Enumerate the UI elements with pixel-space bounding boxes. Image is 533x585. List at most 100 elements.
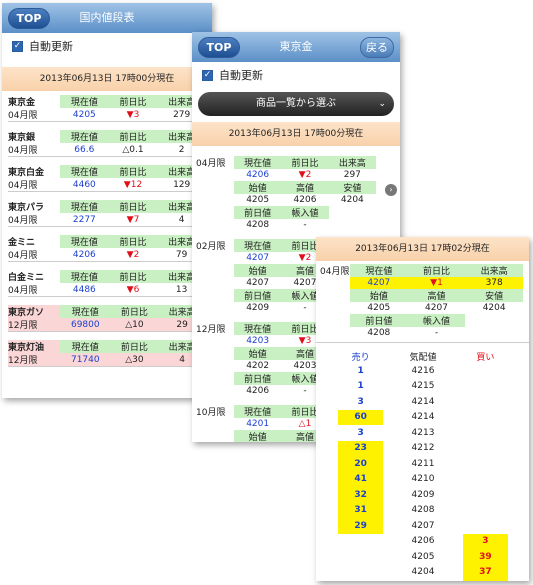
contract-month: 04月限	[8, 181, 38, 191]
current-price: 4460	[72, 179, 96, 190]
quote-price: 4215	[411, 381, 435, 392]
auto-update-row[interactable]: ✓ 自動更新	[192, 62, 400, 88]
sell-qty: 32	[338, 487, 384, 503]
col-header: 前日比	[108, 95, 158, 108]
col-header: 出来高	[328, 156, 376, 169]
contract-month: 12月限	[196, 325, 226, 335]
cell	[196, 418, 234, 430]
cell	[196, 372, 234, 385]
col-header: 前日値	[350, 314, 408, 327]
price-row: 東京灯油 現在値 前日比 出来高 12月限 71740 △30 4	[8, 340, 206, 367]
order-book-panel: 2013年06月13日 17時02分現在 04月限 現在値 前日比 出来高 4207…	[316, 237, 529, 581]
date-bar: 2013年06月13日 17時00分現在	[2, 67, 212, 91]
cell	[196, 360, 234, 372]
contract-month: 12月限	[8, 356, 38, 366]
buy-qty	[463, 379, 508, 395]
col-header: 帳入値	[407, 314, 466, 327]
product-name: 東京銀	[8, 133, 36, 143]
col-header: 前日比	[108, 165, 158, 178]
top-button[interactable]: TOP	[198, 37, 240, 58]
quote-price: 4206	[411, 536, 435, 547]
settle-price: -	[434, 328, 439, 338]
buy-qty	[463, 472, 508, 488]
cell	[196, 302, 234, 314]
current-price: 4207	[350, 277, 408, 289]
col-header: 現在値	[234, 156, 282, 169]
buy-qty	[463, 518, 508, 534]
top-button[interactable]: TOP	[8, 8, 50, 29]
col-header: 現在値	[234, 322, 282, 335]
contract-month: 04月限	[8, 286, 38, 296]
quote-price: 4208	[411, 505, 435, 516]
cell	[196, 347, 234, 360]
buy-qty: 37	[462, 564, 508, 580]
price-change: ▼6	[126, 284, 140, 295]
cell	[196, 219, 234, 231]
price-change: △10	[125, 319, 144, 330]
low-price: 4204	[340, 195, 364, 205]
buy-qty	[463, 425, 508, 441]
sell-qty: 20	[338, 456, 384, 472]
sell-qty	[338, 565, 383, 581]
quote-price: 4204	[411, 567, 435, 578]
current-price: 4205	[72, 109, 96, 120]
col-header: 前日比	[110, 340, 159, 353]
quote-price: 4209	[411, 489, 435, 500]
cell	[196, 206, 234, 219]
current-price: 4203	[246, 336, 270, 346]
col-header: 現在値	[60, 130, 109, 143]
chevron-right-icon[interactable]: ›	[385, 184, 397, 196]
detail-header: TOP 東京金 戻る	[192, 32, 400, 62]
sell-qty: 23	[338, 440, 384, 456]
buy-qty	[463, 441, 508, 457]
price-row: 東京白金 現在値 前日比 出来高 04月限 4460 ▼12 129	[8, 165, 206, 192]
quote-price: 4214	[411, 412, 435, 423]
product-name: 白金ミニ	[8, 273, 45, 283]
col-header: 現在値	[234, 405, 282, 418]
contract-summary: 04月限 現在値 前日比 出来高 4207 ▼1 378 始値 高値 安値 4205 4207…	[320, 264, 523, 339]
price-change: ▼12	[123, 179, 143, 190]
product-name: 東京白金	[8, 168, 45, 178]
col-header: 現在値	[60, 95, 109, 108]
spacer	[329, 206, 376, 219]
checkbox-icon[interactable]: ✓	[12, 40, 23, 52]
buy-qty: 36	[462, 580, 508, 581]
sell-qty: 31	[338, 502, 384, 518]
col-header: 始値	[234, 181, 282, 194]
contract-block: 04月限 現在値 前日比 出来高 4206 ▼2 297 始値 高値 安値 4205 4206 4204…	[196, 156, 376, 231]
price-row: 金ミニ 現在値 前日比 出来高 04月限 4206 ▼2 79	[8, 235, 206, 262]
col-header: 安値	[328, 181, 376, 194]
current-price: 69800	[70, 319, 100, 330]
price-list-panel: TOP 国内値段表 ✓ 自動更新 2013年06月13日 17時00分現在 東京金…	[2, 3, 212, 398]
col-header: 高値	[281, 181, 329, 194]
col-header: 前日比	[407, 264, 466, 277]
quote-price: 4203	[383, 580, 462, 581]
product-name: 東京金	[8, 98, 36, 108]
contract-month: 04月限	[196, 159, 226, 169]
col-header: 前日比	[108, 130, 158, 143]
col-header: 出来高	[465, 264, 523, 277]
buy-qty	[463, 363, 508, 379]
col-header: 現在値	[60, 165, 109, 178]
sell-qty: 60	[338, 409, 384, 425]
contract-month: 12月限	[8, 321, 38, 331]
col-header: 前日比	[110, 305, 159, 318]
low-price: 4204	[482, 303, 506, 313]
open-price: 4205	[246, 195, 270, 205]
contract-month: 04月限	[8, 216, 38, 226]
cell	[196, 335, 234, 347]
col-header: 始値	[234, 347, 282, 360]
cell	[196, 277, 234, 289]
current-price: 66.6	[74, 144, 95, 155]
product-name: 東京ガソ	[8, 308, 45, 318]
sell-qty	[338, 534, 383, 550]
product-name: 東京灯油	[8, 343, 45, 353]
order-book: 売り 気配値 買い 1 4216 1 4215 3 4214 60 4214 3 4213 23 4212…	[338, 349, 508, 581]
back-button[interactable]: 戻る	[360, 37, 394, 58]
auto-update-row[interactable]: ✓ 自動更新	[2, 33, 212, 59]
checkbox-icon[interactable]: ✓	[202, 69, 213, 81]
col-header: 現在値	[60, 200, 109, 213]
product-select[interactable]: 商品一覧から選ぶ ⌄	[198, 92, 394, 116]
price-list-header: TOP 国内値段表	[2, 3, 212, 33]
sell-qty: 3	[357, 396, 364, 407]
